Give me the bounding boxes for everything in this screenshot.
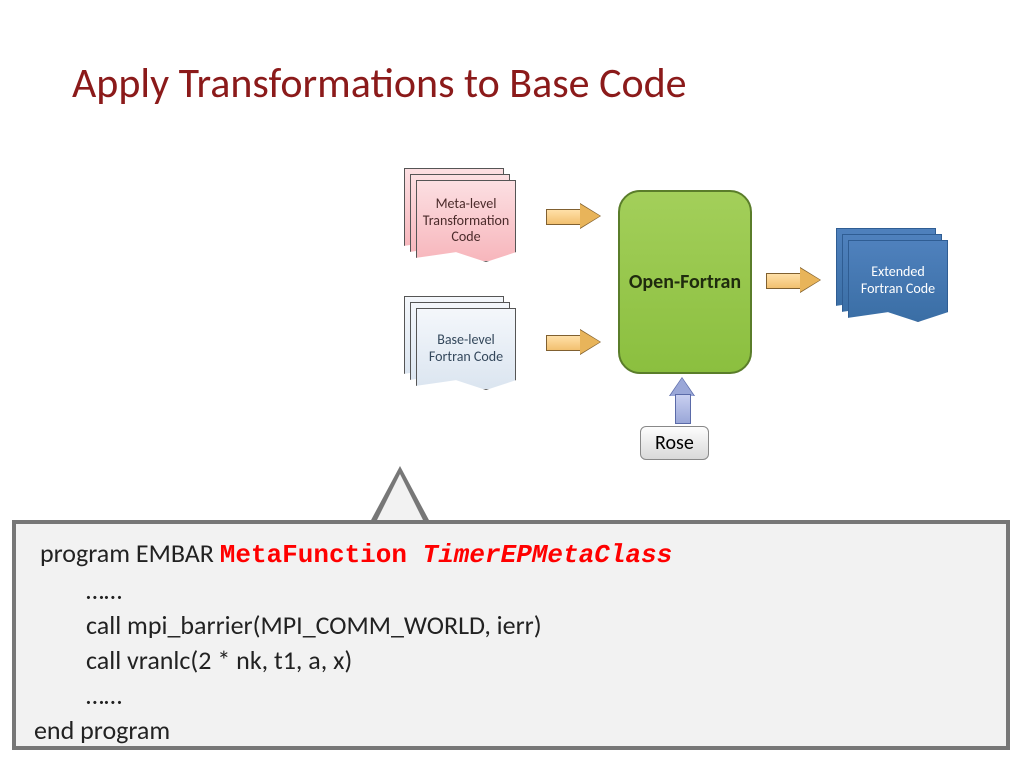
- code-line-6: end program: [34, 713, 988, 748]
- code-line-1: program EMBAR MetaFunction TimerEPMetaCl…: [34, 536, 988, 573]
- code-line-4: call vranlc(2 * nk, t1, a, x): [34, 643, 988, 678]
- arrow-open-to-ext: [766, 268, 820, 292]
- code-line-2: ……: [34, 573, 988, 608]
- callout-pointer-fill: [376, 474, 424, 522]
- slide-title: Apply Transformations to Base Code: [72, 58, 687, 109]
- arrow-base-to-open: [546, 330, 600, 354]
- node-rose: Rose: [640, 426, 709, 460]
- node-meta-level-code: Meta-level Transformation Code: [404, 168, 512, 258]
- code-line-3: call mpi_barrier(MPI_COMM_WORLD, ierr): [34, 608, 988, 643]
- code-callout: program EMBAR MetaFunction TimerEPMetaCl…: [12, 520, 1010, 750]
- code-line-5: ……: [34, 678, 988, 713]
- node-extended-code: Extended Fortran Code: [836, 228, 944, 318]
- node-open-fortran: Open-Fortran: [618, 190, 752, 374]
- arrow-rose-to-open: [670, 378, 694, 424]
- arrow-meta-to-open: [546, 204, 600, 228]
- node-base-level-code: Base-level Fortran Code: [404, 296, 512, 386]
